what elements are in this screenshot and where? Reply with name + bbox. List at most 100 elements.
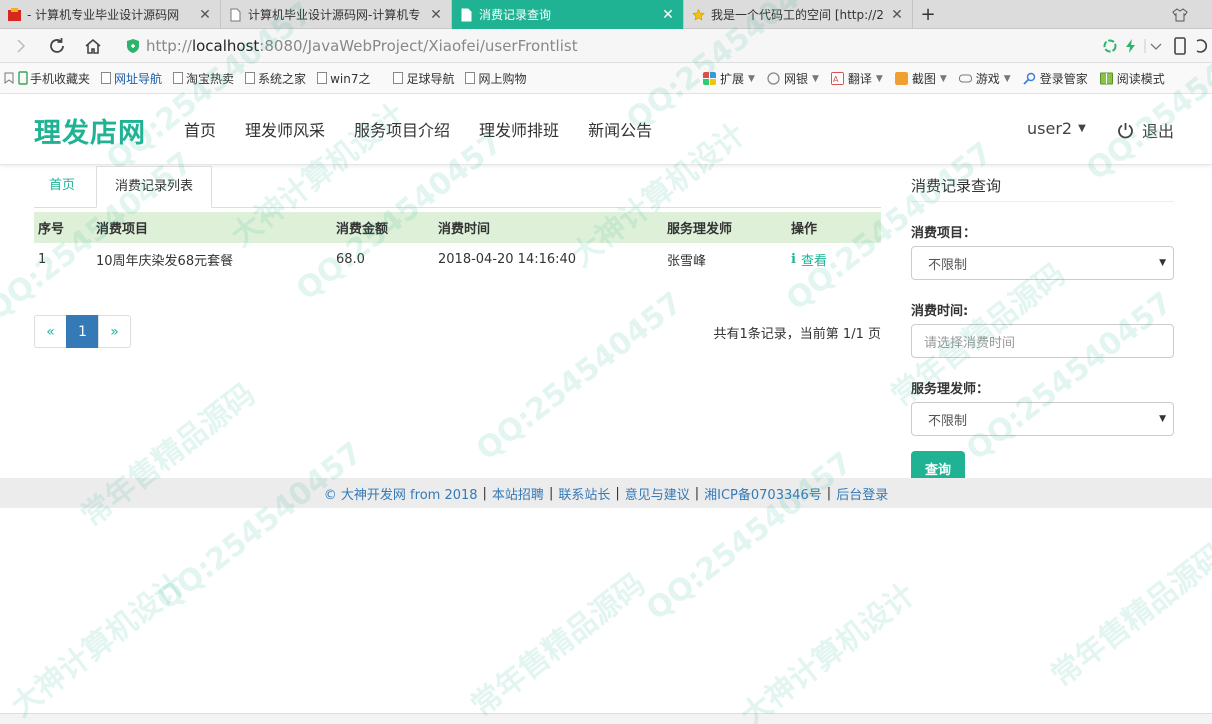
- bookmark-taobao[interactable]: 淘宝热卖: [173, 70, 234, 87]
- info-icon: i: [791, 251, 796, 267]
- gamepad-icon: [958, 74, 972, 83]
- table-row: 1 10周年庆染发68元套餐 68.0 2018-04-20 14:16:40 …: [34, 243, 881, 275]
- url-host: localhost: [191, 37, 260, 55]
- cell-no: 1: [38, 251, 47, 267]
- bookmark-label: 网上购物: [478, 71, 527, 86]
- translate-menu[interactable]: A 翻译 ▼: [830, 70, 883, 87]
- bookmark-nav[interactable]: 网址导航: [101, 70, 162, 87]
- scissors-icon: [894, 72, 908, 85]
- screenshot-menu[interactable]: 截图 ▼: [894, 70, 947, 87]
- page-1-button[interactable]: 1: [66, 315, 99, 348]
- footer-separator: |: [694, 485, 700, 501]
- undo-icon[interactable]: [1194, 37, 1208, 55]
- caret-down-icon: ▼: [1078, 123, 1086, 134]
- watermark-text: 大神计算机设计: [734, 577, 922, 724]
- chevron-right-icon: [17, 38, 26, 53]
- barber-select[interactable]: 不限制 ▼: [911, 402, 1174, 436]
- browser-tab-4[interactable]: 我是一个代码工的空间 [http://2 ✕: [684, 0, 913, 29]
- extensions-menu[interactable]: 扩展 ▼: [703, 70, 755, 87]
- book-icon: [1099, 72, 1113, 85]
- browser-tab-2[interactable]: 计算机毕业设计源码网-计算机专 ✕: [221, 0, 452, 29]
- nav-barber-gallery[interactable]: 理发师风采: [245, 117, 325, 141]
- games-menu[interactable]: 游戏 ▼: [958, 70, 1011, 87]
- tab-home[interactable]: 首页: [34, 166, 90, 208]
- reading-mode[interactable]: 阅读模式: [1099, 70, 1165, 87]
- close-icon[interactable]: ✕: [661, 7, 675, 23]
- main-nav: 首页 理发师风采 服务项目介绍 理发师排班 新闻公告: [184, 117, 681, 141]
- reload-button[interactable]: [42, 31, 72, 61]
- cell-amount: 68.0: [336, 251, 365, 267]
- page-icon: [461, 8, 472, 21]
- mobile-icon: [18, 71, 28, 85]
- nav-barber-schedule[interactable]: 理发师排班: [479, 117, 559, 141]
- sidebar-title: 消费记录查询: [911, 165, 1174, 202]
- bookmark-label: 网址导航: [114, 71, 163, 86]
- nav-service-intro[interactable]: 服务项目介绍: [354, 117, 450, 141]
- footer-jobs[interactable]: 本站招聘: [492, 484, 544, 503]
- lightning-icon[interactable]: [1124, 38, 1138, 54]
- chevron-down-icon: ▼: [1003, 73, 1011, 84]
- footer-copyright[interactable]: © 大神开发网 from 2018: [324, 484, 478, 503]
- bookmark-shopping[interactable]: 网上购物: [465, 70, 526, 87]
- prev-page-button[interactable]: «: [34, 315, 67, 348]
- browser-tab-1[interactable]: - 计算机专业毕业设计源码网 ✕: [0, 0, 221, 29]
- caret-down-icon: ▼: [1159, 414, 1166, 424]
- tab-title: 我是一个代码工的空间 [http://2: [711, 8, 884, 22]
- red-favicon-icon: [8, 7, 21, 21]
- toolbar-label: 扩展: [720, 72, 745, 86]
- toolbar-label: 游戏: [975, 72, 1000, 86]
- footer-separator: |: [482, 485, 487, 501]
- home-button[interactable]: [78, 31, 108, 61]
- chevron-down-icon: ▼: [811, 73, 819, 84]
- time-input[interactable]: 请选择消费时间: [911, 324, 1174, 358]
- content-tabs: 首页 消费记录列表: [34, 166, 881, 208]
- site-header: 理发店网 首页 理发师风采 服务项目介绍 理发师排班 新闻公告 user2 ▼ …: [0, 95, 1212, 165]
- bookmark-win7[interactable]: win7之: [317, 70, 370, 87]
- login-manager[interactable]: 登录管家: [1023, 70, 1088, 87]
- nav-home[interactable]: 首页: [184, 117, 216, 141]
- chevron-down-icon[interactable]: [1144, 38, 1166, 54]
- footer-contact[interactable]: 联系站长: [558, 484, 610, 503]
- tab-title: 消费记录查询: [479, 8, 552, 22]
- recycle-icon[interactable]: [1102, 38, 1118, 54]
- next-page-button[interactable]: »: [98, 315, 131, 348]
- address-bar-tools: [1102, 32, 1212, 60]
- close-icon[interactable]: ✕: [198, 7, 212, 23]
- footer-separator: |: [615, 485, 620, 501]
- page-icon: [317, 72, 328, 84]
- footer-feedback[interactable]: 意见与建议: [625, 484, 690, 503]
- tab-record-list[interactable]: 消费记录列表: [96, 166, 212, 208]
- close-icon[interactable]: ✕: [890, 7, 904, 23]
- back-button[interactable]: [6, 31, 36, 61]
- time-input-placeholder: 请选择消费时间: [924, 335, 1016, 351]
- footer-admin-login[interactable]: 后台登录: [836, 484, 888, 503]
- bookmark-mobile[interactable]: 手机收藏夹: [4, 70, 90, 87]
- close-icon[interactable]: ✕: [429, 7, 443, 23]
- time-label: 消费时间:: [911, 304, 969, 319]
- table-header-row: 序号 消费项目 消费金额 消费时间 服务理发师 操作: [34, 212, 881, 243]
- bookmark-football[interactable]: 足球导航: [393, 70, 454, 87]
- bank-menu[interactable]: 网银 ▼: [767, 70, 819, 87]
- chevron-down-icon: ▼: [875, 73, 883, 84]
- username: user2: [1027, 119, 1073, 138]
- logout-button[interactable]: 退出: [1117, 118, 1174, 142]
- bookmark-xitong[interactable]: 系统之家: [245, 70, 306, 87]
- star-icon: [692, 8, 705, 20]
- page-icon: [393, 72, 404, 84]
- toolbar-label: 翻译: [847, 72, 872, 86]
- nav-news[interactable]: 新闻公告: [588, 117, 652, 141]
- item-select[interactable]: 不限制 ▼: [911, 246, 1174, 280]
- view-link[interactable]: i 查看: [791, 250, 827, 269]
- footer-icp[interactable]: 湘ICP备0703346号: [704, 484, 822, 503]
- shirt-icon[interactable]: [1172, 7, 1188, 23]
- new-tab-button[interactable]: +: [913, 0, 943, 29]
- browser-tab-3-active[interactable]: 消费记录查询 ✕: [452, 0, 684, 29]
- url-field[interactable]: http://localhost:8080/JavaWebProject/Xia…: [126, 32, 1156, 60]
- phone-icon[interactable]: [1172, 37, 1188, 55]
- user-dropdown[interactable]: user2 ▼: [1027, 119, 1086, 138]
- tab-title: 计算机毕业设计源码网-计算机专: [248, 8, 421, 22]
- site-logo[interactable]: 理发店网: [34, 111, 146, 150]
- watermark-text: 常年售精品源码: [74, 377, 262, 534]
- toolbar-label: 登录管家: [1039, 72, 1088, 86]
- pager-info: 共有1条记录，当前第 1/1 页: [713, 327, 881, 342]
